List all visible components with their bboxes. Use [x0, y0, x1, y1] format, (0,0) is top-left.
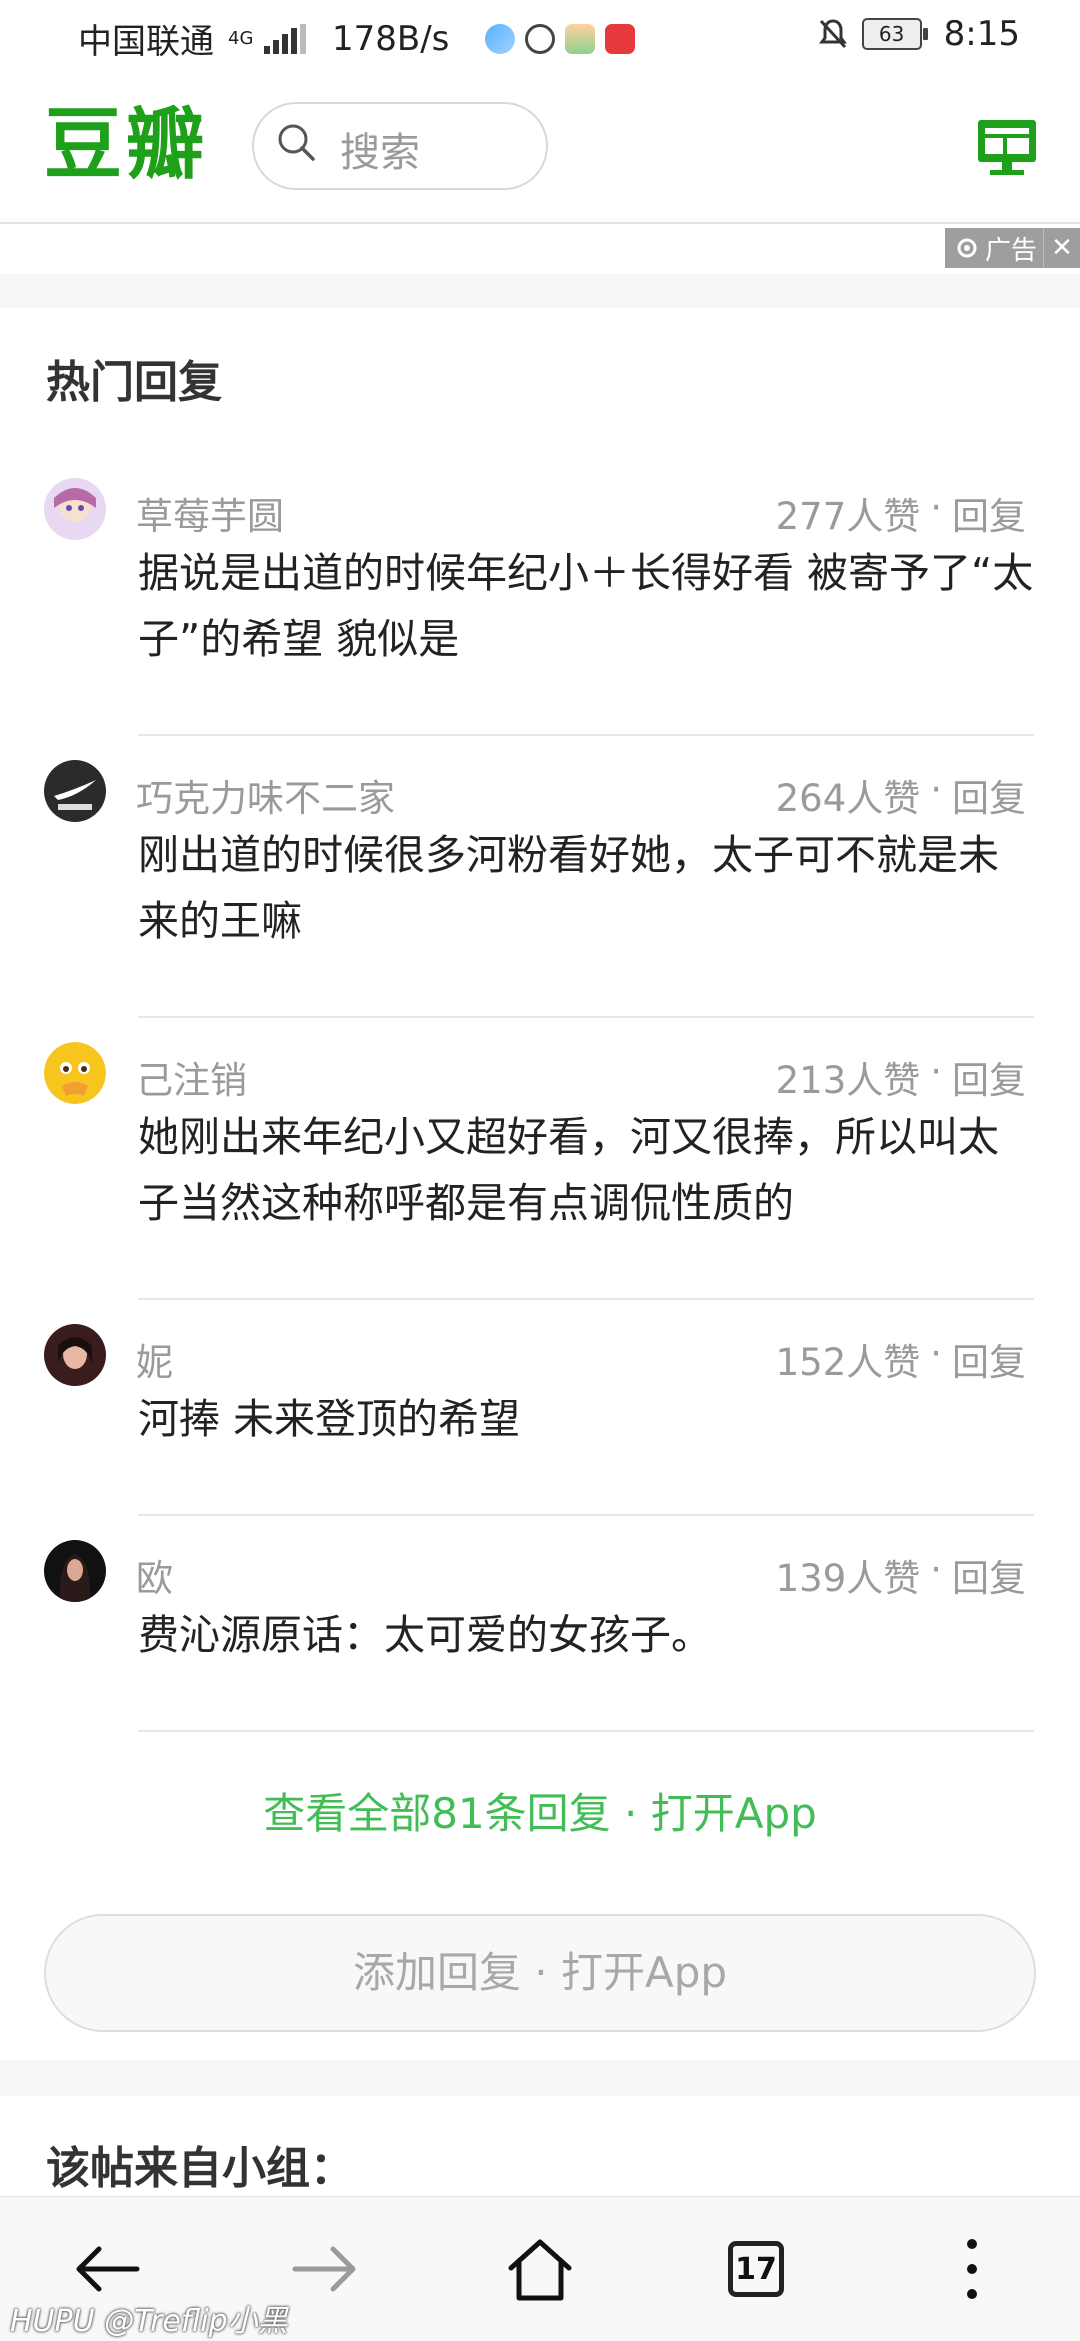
avatar[interactable]	[44, 1042, 106, 1104]
username[interactable]: 欧	[136, 1548, 173, 1602]
tabs-button[interactable]: 17	[718, 2231, 794, 2307]
signal-icon	[264, 23, 306, 54]
ad-strip: 广告 ✕	[0, 224, 1080, 274]
reply-link[interactable]: 回复	[952, 1548, 1026, 1602]
more-vertical-icon	[967, 2239, 977, 2299]
battery-indicator: 63	[861, 18, 928, 50]
desktop-mode-icon[interactable]	[976, 118, 1038, 176]
avatar[interactable]	[44, 478, 106, 540]
reply-meta: 152人赞 · 回复	[775, 1332, 1026, 1386]
username[interactable]: 巧克力味不二家	[136, 768, 395, 822]
search-box[interactable]: 搜索	[252, 102, 548, 190]
weibo-icon	[525, 23, 556, 54]
avatar[interactable]	[44, 1540, 106, 1602]
like-count[interactable]: 264人赞	[776, 768, 921, 822]
status-bar: 中国联通 4G 178B/s 63 8:15	[0, 0, 1080, 72]
reply-meta: 277人赞 · 回复	[775, 486, 1026, 540]
reply-link[interactable]: 回复	[952, 768, 1026, 822]
reply-link[interactable]: 回复	[952, 1050, 1026, 1104]
forward-button[interactable]	[286, 2231, 362, 2307]
divider	[138, 1298, 1034, 1300]
reply-meta: 139人赞 · 回复	[775, 1548, 1026, 1602]
reply-link[interactable]: 回复	[952, 1332, 1026, 1386]
mute-bell-icon	[818, 19, 847, 49]
view-all-replies-link[interactable]: 查看全部81条回复 · 打开App	[0, 1780, 1080, 1841]
avatar[interactable]	[44, 760, 106, 822]
reply-meta: 213人赞 · 回复	[775, 1050, 1026, 1104]
ad-close-icon[interactable]: ✕	[1043, 228, 1080, 268]
app-header: 豆瓣 搜索	[0, 72, 1080, 224]
douban-logo[interactable]: 豆瓣	[44, 106, 208, 184]
clock: 8:15	[943, 14, 1020, 54]
reply-text: 刚出道的时候很多河粉看好她，太子可不就是未来的王嘛	[138, 831, 999, 945]
home-icon	[508, 2239, 572, 2301]
browser-app-icon	[485, 23, 516, 54]
divider	[138, 1016, 1034, 1018]
forward-arrow-icon	[292, 2246, 356, 2292]
divider	[138, 734, 1034, 736]
username[interactable]: 己注销	[136, 1050, 247, 1104]
ad-label: 广告	[984, 235, 1037, 266]
ad-settings-icon	[957, 238, 977, 258]
reply-text: 她刚出来年纪小又超好看，河又很捧，所以叫太子当然这种称呼都是有点调侃性质的	[138, 1113, 999, 1227]
like-count[interactable]: 213人赞	[776, 1050, 921, 1104]
hot-replies-card: 热门回复 草莓芋圆 277人赞 · 回复 据说是出道的时候年纪小＋长得好看 被寄予…	[0, 308, 1080, 2060]
like-count[interactable]: 139人赞	[776, 1548, 921, 1602]
username[interactable]: 妮	[136, 1332, 173, 1386]
huawei-store-icon	[605, 23, 636, 54]
divider	[138, 1730, 1034, 1732]
home-button[interactable]	[502, 2231, 578, 2307]
reply-meta: 264人赞 · 回复	[775, 768, 1026, 822]
tab-count: 17	[728, 2241, 784, 2297]
ad-tag[interactable]: 广告 ✕	[944, 228, 1080, 268]
add-reply-button[interactable]: 添加回复 · 打开App	[44, 1914, 1036, 2032]
section-title: 热门回复	[46, 357, 222, 408]
like-count[interactable]: 152人赞	[776, 1332, 921, 1386]
avatar[interactable]	[44, 1324, 106, 1386]
group-section-title: 该帖来自小组：	[46, 2143, 354, 2194]
carrier-label: 中国联通	[78, 22, 214, 62]
reply-text: 据说是出道的时候年纪小＋长得好看 被寄予了“太子”的希望 貌似是	[138, 549, 1034, 663]
reply-text: 费沁源原话：太可爱的女孩子。	[138, 1611, 712, 1659]
like-count[interactable]: 277人赞	[776, 486, 921, 540]
network-label: 4G	[228, 27, 254, 49]
more-menu-button[interactable]	[934, 2231, 1010, 2307]
back-arrow-icon	[76, 2246, 140, 2292]
reply-link[interactable]: 回复	[952, 486, 1026, 540]
network-speed: 178B/s	[332, 18, 450, 59]
watermark: HUPU @Treflip小黑	[10, 2304, 288, 2339]
username[interactable]: 草莓芋圆	[136, 486, 284, 540]
game-app-icon	[565, 23, 596, 54]
search-placeholder: 搜索	[340, 130, 420, 176]
search-icon	[278, 124, 315, 161]
reply-text: 河捧 未来登顶的希望	[138, 1395, 521, 1443]
divider	[138, 1514, 1034, 1516]
